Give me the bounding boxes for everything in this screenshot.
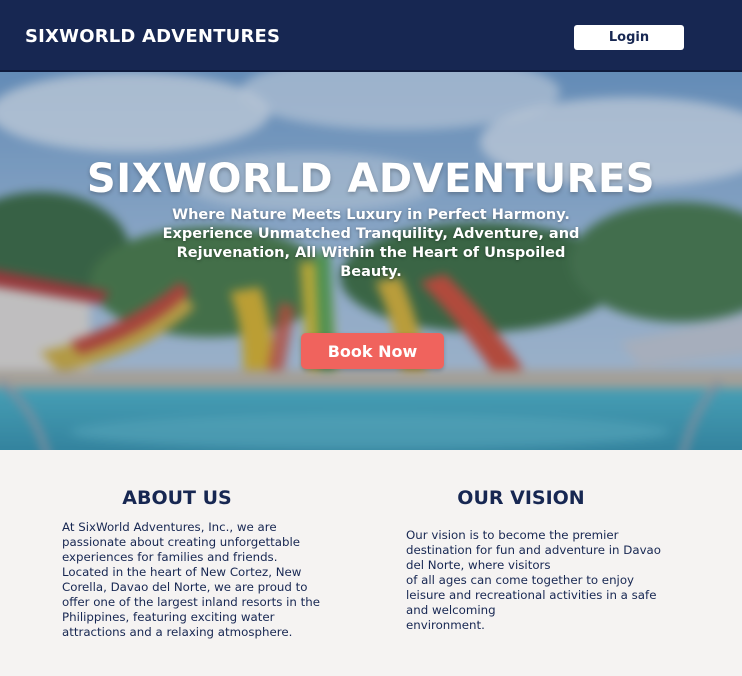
about-us-line: At SixWorld Adventures, Inc., we are (62, 520, 277, 534)
about-us-line: passionate about creating unforgettable (62, 535, 301, 549)
our-vision-line: destination for fun and adventure in Dav… (406, 543, 661, 557)
about-us-line: Philippines, featuring exciting water (62, 610, 275, 624)
about-us-line: Corella, Davao del Norte, we are proud t… (62, 580, 308, 594)
login-button[interactable]: Login (574, 25, 684, 50)
hero-title: SIXWORLD ADVENTURES (86, 156, 656, 202)
about-us-text: At SixWorld Adventures, Inc., we are pas… (62, 520, 352, 640)
our-vision-line: and welcoming (406, 603, 496, 617)
navbar: SIXWORLD ADVENTURES Login (0, 0, 742, 72)
hero-subtitle-line: Where Nature Meets Luxury in Perfect Har… (172, 207, 570, 223)
brand-logo-text[interactable]: SIXWORLD ADVENTURES (25, 26, 280, 47)
our-vision-line: of all ages can come together to enjoy (406, 573, 635, 587)
our-vision-line: leisure and recreational activities in a… (406, 588, 657, 602)
hero-subtitle-line: Rejuvenation, All Within the Heart of Un… (176, 245, 566, 261)
about-us-line: offer one of the largest inland resorts … (62, 595, 320, 609)
about-us-heading: ABOUT US (122, 487, 232, 509)
info-section: ABOUT US At SixWorld Adventures, Inc., w… (0, 450, 742, 676)
our-vision-heading: OUR VISION (457, 487, 585, 509)
our-vision-line: Our vision is to become the premier (406, 528, 619, 542)
our-vision-line: del Norte, where visitors (406, 558, 551, 572)
about-us-line: Located in the heart of New Cortez, New (62, 565, 302, 579)
about-us-line: attractions and a relaxing atmosphere. (62, 625, 293, 639)
hero-subtitle-line: Beauty. (340, 264, 402, 280)
hero-section: SIXWORLD ADVENTURES Where Nature Meets L… (0, 72, 742, 450)
our-vision-text: Our vision is to become the premier dest… (406, 528, 696, 633)
hero-subtitle: Where Nature Meets Luxury in Perfect Har… (161, 206, 581, 282)
our-vision-line: environment. (406, 618, 485, 632)
hero-subtitle-line: Experience Unmatched Tranquility, Advent… (162, 226, 580, 242)
book-now-button[interactable]: Book Now (301, 333, 444, 369)
about-us-line: experiences for families and friends. (62, 550, 278, 564)
